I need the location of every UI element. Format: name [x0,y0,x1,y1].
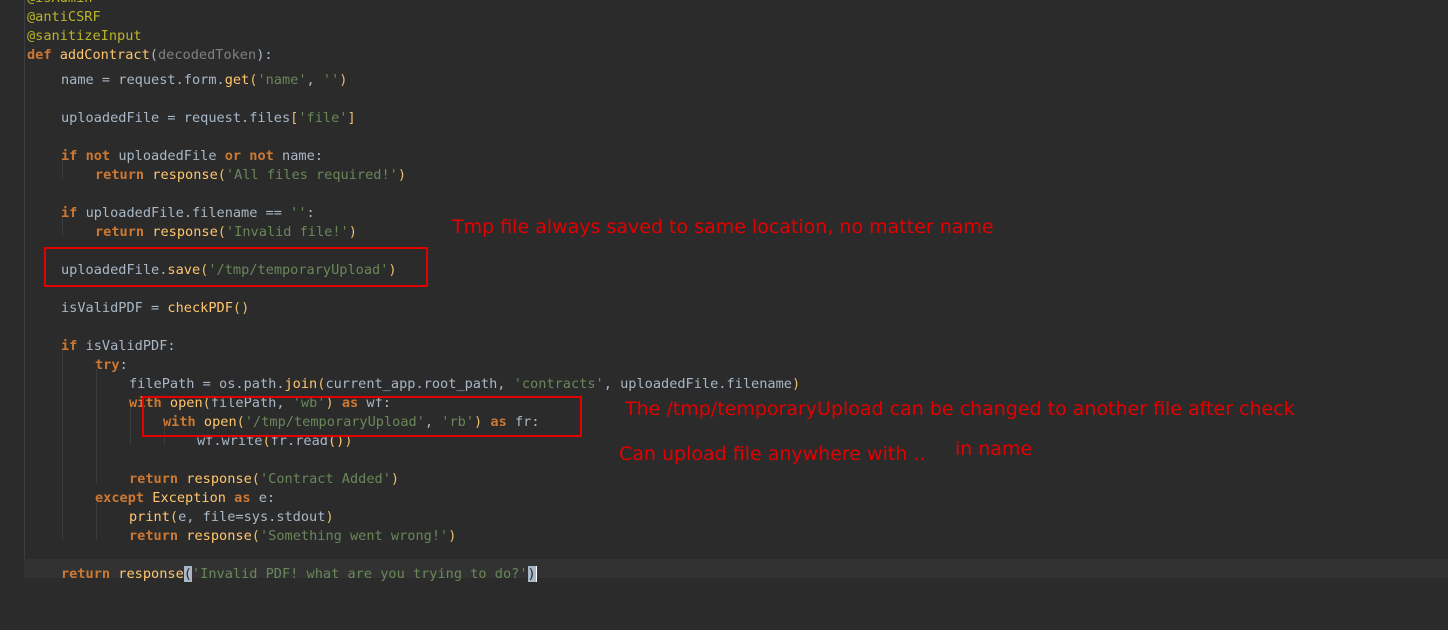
indent-guide [27,179,61,198]
code-line[interactable]: if isValidPDF: [27,331,1448,354]
indent-guide [27,464,61,483]
indent-guide [27,331,61,350]
code-line[interactable] [27,312,1448,331]
code-line[interactable]: return response('Invalid PDF! what are y… [24,559,1448,582]
indent-guide [27,141,61,160]
code-token: def [27,47,60,63]
code-token: ( [149,47,158,63]
code-line[interactable]: if not uploadedFile or not name: [27,141,1448,164]
indent-guide [27,84,61,103]
code-line[interactable] [27,540,1448,559]
code-token: response [118,566,184,582]
indent-guide [61,388,95,407]
code-token: addContract [59,47,150,63]
indent-guide [95,445,129,464]
gutter-divider [24,0,25,578]
indent-guide [61,464,95,483]
annotation-path-traversal-suffix: in name [955,438,1033,460]
code-token: @sanitizeInput [27,28,142,44]
indent-guide [95,464,129,483]
code-token: return [61,566,119,582]
indent-guide [27,521,61,540]
indent-guide [27,445,61,464]
code-line[interactable]: @isAdmin [27,0,1448,8]
indent-guide [95,502,129,521]
code-line[interactable]: try: [27,350,1448,373]
indent-guide [27,426,61,445]
indent-guide [61,350,95,369]
indent-guide [27,65,61,84]
code-line[interactable]: if uploadedFile.filename == '': [27,198,1448,221]
indent-guide [95,521,129,540]
indent-guide [61,407,95,426]
highlight-box-save [44,247,428,287]
code-line[interactable]: return response('All files required!') [27,160,1448,183]
indent-guide [27,388,61,407]
code-line[interactable]: @antiCSRF [27,8,1448,27]
code-line[interactable]: return response('Something went wrong!') [27,521,1448,544]
code-line[interactable]: print(e, file=sys.stdout) [27,502,1448,525]
code-token: @isAdmin [27,0,92,6]
indent-guide [27,502,61,521]
code-token: @antiCSRF [27,9,101,25]
indent-guide [27,198,61,217]
indent-guide [61,217,95,236]
indent-guide [61,369,95,388]
code-line[interactable] [27,84,1448,103]
indent-guide [27,369,61,388]
code-line[interactable]: @sanitizeInput [27,27,1448,46]
indent-guide [27,407,61,426]
text-cursor [535,566,537,582]
indent-guide [95,426,129,445]
indent-guide [61,160,95,179]
indent-guide [27,293,61,312]
indent-guide [27,103,61,122]
annotation-race-condition: The /tmp/temporaryUpload can be changed … [625,398,1295,420]
indent-guide [27,160,61,179]
indent-guide [61,483,95,502]
indent-guide [61,502,95,521]
code-line[interactable]: def addContract(decodedToken): [27,46,1448,65]
code-line[interactable]: isValidPDF = checkPDF() [27,293,1448,316]
indent-guide [27,122,61,141]
indent-guide [27,350,61,369]
indent-guide [61,521,95,540]
highlight-box-open [142,396,582,437]
indent-guide [61,426,95,445]
indent-guide [95,369,129,388]
code-line[interactable]: filePath = os.path.join(current_app.root… [27,369,1448,392]
editor-gutter [0,0,24,630]
code-line[interactable]: uploadedFile = request.files['file'] [27,103,1448,126]
code-line[interactable]: except Exception as e: [27,483,1448,506]
indent-guide [27,559,61,578]
code-line[interactable] [27,122,1448,141]
indent-guide [61,445,95,464]
annotation-path-traversal: Can upload file anywhere with .. [619,443,926,465]
code-token: decodedToken [157,47,257,63]
indent-guide [27,217,61,236]
code-editor[interactable]: @isAdmin @antiCSRF @sanitizeInput def addCo… [24,0,1448,582]
code-line[interactable]: return response('Contract Added') [27,464,1448,487]
code-line[interactable]: name = request.form.get('name', '') [27,65,1448,88]
code-token: 'Invalid PDF! what are you trying to do?… [191,566,528,582]
code-token: ) [527,566,536,582]
indent-guide [95,407,129,426]
annotation-tmp-file: Tmp file always saved to same location, … [452,216,994,238]
indent-guide [27,483,61,502]
code-line[interactable] [27,179,1448,198]
indent-guide [95,388,129,407]
code-token: ): [256,47,273,63]
code-token: ( [183,566,192,582]
indent-guide [27,312,61,331]
